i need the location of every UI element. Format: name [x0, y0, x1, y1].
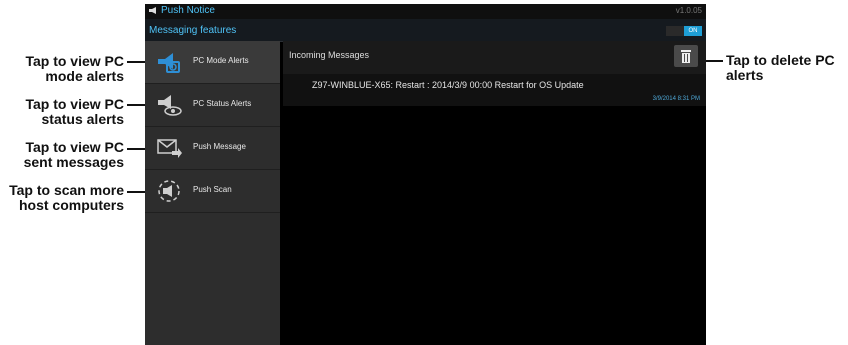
callout-line — [703, 60, 723, 62]
messaging-toggle[interactable]: ON — [666, 26, 702, 36]
callout-delete-alerts: Tap to delete PC alerts — [726, 52, 835, 83]
callout-push-message: Tap to view PC sent messages — [23, 139, 124, 170]
toggle-on-label: ON — [684, 26, 702, 36]
megaphone-icon — [149, 7, 156, 14]
messages-panel: Incoming Messages Z97-WINBLUE-X65: Resta… — [283, 41, 706, 345]
sidebar-item-pc-status-alerts[interactable]: PC Status Alerts — [145, 84, 280, 127]
callout-pc-status-alerts: Tap to view PC status alerts — [25, 96, 124, 127]
sidebar-item-push-message[interactable]: Push Message — [145, 127, 280, 170]
sidebar-item-label: PC Mode Alerts — [193, 56, 249, 65]
messages-header: Incoming Messages — [283, 41, 706, 74]
push-scan-icon — [158, 180, 180, 202]
push-message-icon — [157, 139, 182, 158]
pc-mode-alerts-icon — [158, 53, 180, 73]
message-text: Z97-WINBLUE-X65: Restart : 2014/3/9 00:0… — [312, 80, 584, 90]
push-notice-app: Push Notice v1.0.05 Messaging features O… — [145, 4, 706, 345]
messages-title: Incoming Messages — [289, 50, 370, 60]
sidebar-item-label: PC Status Alerts — [193, 99, 252, 108]
pc-status-alerts-icon — [158, 95, 182, 116]
sidebar-item-push-scan[interactable]: Push Scan — [145, 170, 280, 213]
title-bar: Push Notice v1.0.05 — [145, 4, 706, 19]
app-title: Push Notice — [161, 5, 215, 16]
sidebar-item-label: Push Scan — [193, 185, 232, 194]
sidebar: PC Mode Alerts PC Status Alerts Push Mes… — [145, 41, 280, 345]
delete-button[interactable] — [674, 45, 698, 67]
list-item[interactable]: Z97-WINBLUE-X65: Restart : 2014/3/9 00:0… — [283, 74, 706, 106]
trash-icon — [681, 50, 691, 63]
callout-pc-mode-alerts: Tap to view PC mode alerts — [25, 53, 124, 84]
section-bar: Messaging features ON — [145, 19, 706, 42]
sidebar-item-pc-mode-alerts[interactable]: PC Mode Alerts — [145, 41, 280, 84]
sidebar-item-label: Push Message — [193, 142, 246, 151]
section-title: Messaging features — [149, 25, 237, 36]
callout-push-scan: Tap to scan more host computers — [9, 182, 124, 213]
message-timestamp: 3/9/2014 8:31 PM — [652, 96, 700, 102]
app-version: v1.0.05 — [675, 6, 702, 15]
